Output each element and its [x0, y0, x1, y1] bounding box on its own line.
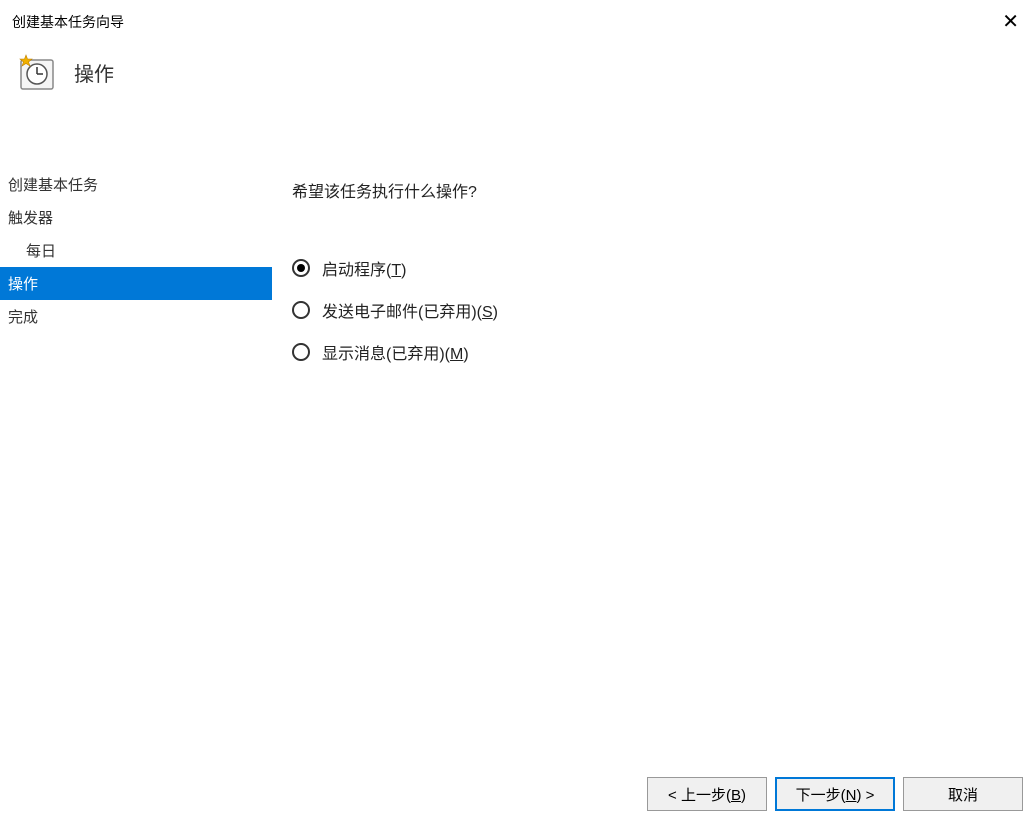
radio-label-send-email: 发送电子邮件(已弃用)(S) — [322, 298, 498, 322]
main-panel: 希望该任务执行什么操作? 启动程序(T) 发送电子邮件(已弃用)(S) 显示消息… — [272, 168, 1035, 763]
cancel-button[interactable]: 取消 — [903, 777, 1023, 811]
radio-icon — [292, 259, 310, 277]
radio-start-program[interactable]: 启动程序(T) — [292, 256, 1015, 280]
window-title: 创建基本任务向导 — [12, 12, 124, 32]
action-prompt: 希望该任务执行什么操作? — [292, 178, 1015, 202]
sidebar-item-finish[interactable]: 完成 — [0, 300, 272, 333]
radio-icon — [292, 301, 310, 319]
wizard-header: 操作 — [0, 32, 1035, 106]
wizard-footer: < 上一步(B) 下一步(N) > 取消 — [647, 777, 1023, 811]
radio-icon — [292, 343, 310, 361]
titlebar: 创建基本任务向导 ✕ — [0, 0, 1035, 32]
sidebar-item-action[interactable]: 操作 — [0, 267, 272, 300]
back-button[interactable]: < 上一步(B) — [647, 777, 767, 811]
radio-label-start-program: 启动程序(T) — [322, 256, 406, 280]
next-button[interactable]: 下一步(N) > — [775, 777, 895, 811]
sidebar-item-daily[interactable]: 每日 — [0, 234, 272, 267]
radio-send-email[interactable]: 发送电子邮件(已弃用)(S) — [292, 298, 1015, 322]
sidebar-item-create-basic-task[interactable]: 创建基本任务 — [0, 168, 272, 201]
close-icon[interactable]: ✕ — [998, 12, 1023, 32]
radio-label-display-message: 显示消息(已弃用)(M) — [322, 340, 469, 364]
page-title: 操作 — [74, 58, 114, 87]
wizard-clock-icon — [16, 52, 56, 92]
sidebar-item-trigger[interactable]: 触发器 — [0, 201, 272, 234]
radio-display-message[interactable]: 显示消息(已弃用)(M) — [292, 340, 1015, 364]
content-area: 创建基本任务 触发器 每日 操作 完成 希望该任务执行什么操作? 启动程序(T)… — [0, 168, 1035, 763]
wizard-sidebar: 创建基本任务 触发器 每日 操作 完成 — [0, 168, 272, 763]
